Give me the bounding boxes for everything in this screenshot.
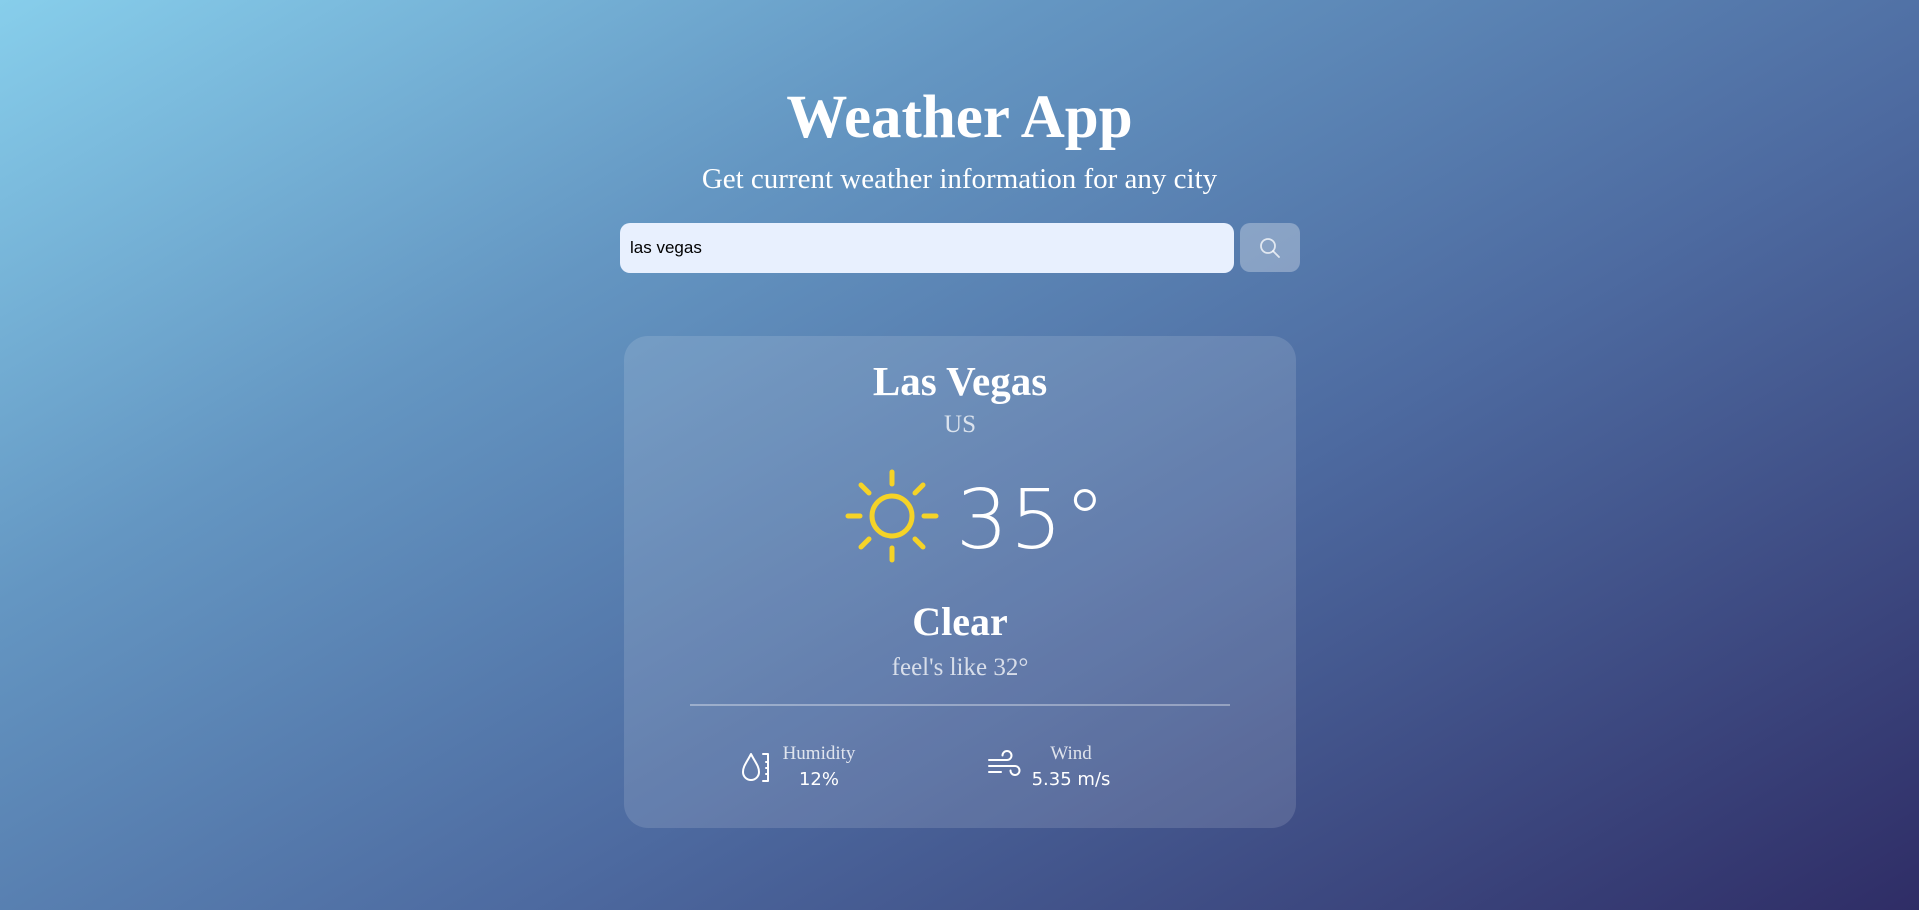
wind-label: Wind [1050, 743, 1092, 764]
app-subtitle: Get current weather information for any … [701, 163, 1218, 195]
humidity-label: Humidity [782, 743, 856, 764]
city-name: Las Vegas [872, 358, 1048, 404]
humidity-value: 12% [798, 769, 839, 790]
divider [690, 704, 1230, 706]
search-icon [1260, 238, 1280, 258]
app-title: Weather App [786, 84, 1133, 151]
search-button[interactable] [1240, 223, 1300, 272]
feels-like: feel's like 32° [891, 654, 1029, 681]
temperature: 35° [956, 473, 1108, 568]
sun-icon [845, 469, 939, 563]
weather-condition: Clear [912, 599, 1008, 644]
weather-card: Las Vegas US 35° Clear feel's like 32° H… [624, 336, 1296, 828]
wind-value: 5.35 m/s [1031, 769, 1111, 790]
search-input[interactable] [620, 223, 1234, 273]
country-code: US [944, 411, 976, 438]
